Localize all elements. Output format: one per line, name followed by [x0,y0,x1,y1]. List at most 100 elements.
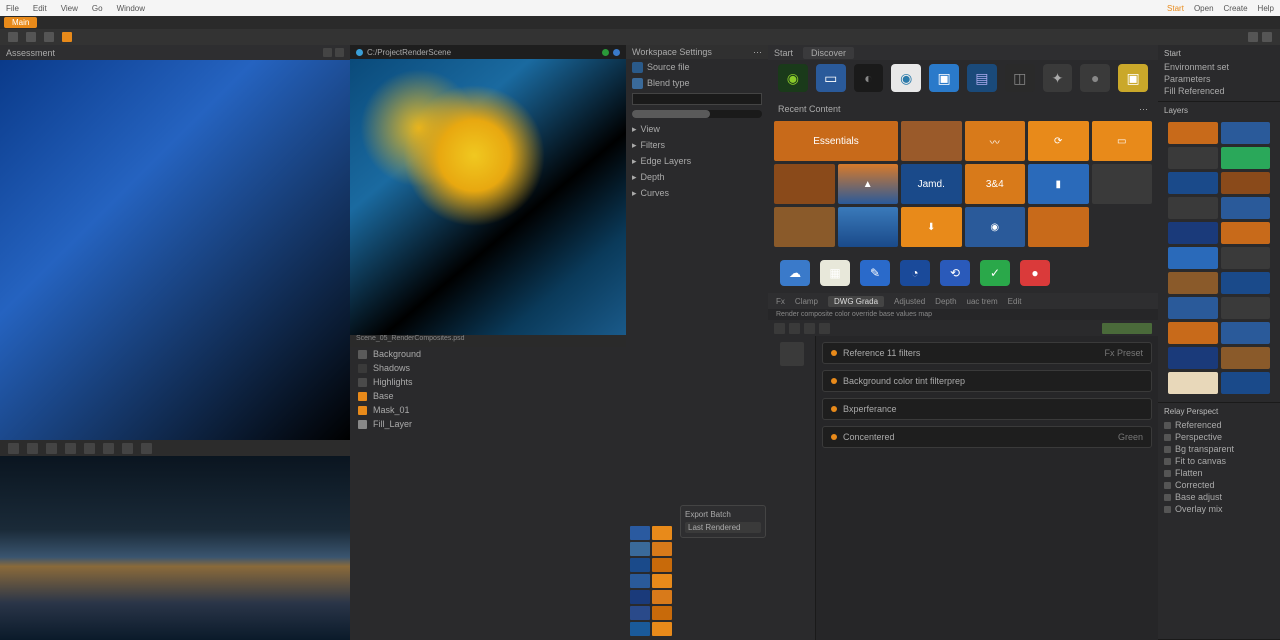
menu-edit[interactable]: Edit [33,4,47,13]
thumb-icon[interactable] [630,558,650,572]
start-tile[interactable]: Jamd. [901,164,962,204]
menu-file[interactable]: File [6,4,19,13]
history-item[interactable]: Corrected [1164,479,1274,491]
menu-go[interactable]: Go [92,4,103,13]
viewport-preview[interactable] [0,60,350,440]
app-icon[interactable]: ▭ [816,64,846,92]
effect-card[interactable]: Reference 11 filtersFx Preset [822,342,1152,364]
menu-start[interactable]: Start [1167,4,1184,13]
app-icon[interactable]: ● [1080,64,1110,92]
asset-thumb[interactable] [1221,147,1271,169]
start-tile[interactable] [901,121,962,161]
rail-app-icon[interactable]: ☁ [780,260,810,286]
rail-app-icon[interactable]: ▦ [820,260,850,286]
app-tab[interactable]: Start [774,48,793,58]
ft-step-icon[interactable] [65,443,76,454]
thumb-icon[interactable] [630,622,650,636]
timeline-tab[interactable]: uac trem [967,297,998,306]
menu-window[interactable]: Window [117,4,145,13]
app-icon[interactable]: ◐ [854,64,884,92]
main-tab[interactable]: Main [4,17,37,28]
timeline-tab[interactable]: Fx [776,297,785,306]
effect-card[interactable]: Background color tint filterprep [822,370,1152,392]
start-tile[interactable] [1028,207,1089,247]
tl-paste-icon[interactable] [804,323,815,334]
rail-app-icon[interactable]: ● [1020,260,1050,286]
tool-home-icon[interactable] [8,32,18,42]
thumb-icon[interactable] [630,606,650,620]
image-canvas[interactable] [350,59,626,335]
timeline-tab[interactable]: Edit [1008,297,1022,306]
history-item[interactable]: Flatten [1164,467,1274,479]
prop-section[interactable]: ▸Edge Layers [626,153,768,169]
tool-color-icon[interactable] [62,32,72,42]
app-icon[interactable]: ✦ [1043,64,1073,92]
panel-a-close-icon[interactable] [335,48,344,57]
tab-path[interactable]: C:/ProjectRenderScene [367,48,451,57]
history-item[interactable]: Base adjust [1164,491,1274,503]
prop-section[interactable]: ▸Filters [626,137,768,153]
history-item[interactable]: Fit to canvas [1164,455,1274,467]
tl-del-icon[interactable] [819,323,830,334]
start-tile[interactable]: Essentials [774,121,898,161]
start-tile[interactable] [1092,164,1153,204]
thumb-icon[interactable] [652,622,672,636]
swatch-icon[interactable] [632,62,643,73]
thumb-icon[interactable] [652,590,672,604]
timeline-tab[interactable]: DWG Grada [828,296,884,307]
layer-row[interactable]: Base [350,389,626,403]
properties-menu-icon[interactable]: ⋯ [753,47,762,58]
start-tile[interactable] [838,207,899,247]
start-tile[interactable]: ▮ [1028,164,1089,204]
history-item[interactable]: Overlay mix [1164,503,1274,515]
start-tile[interactable]: ▭ [1092,121,1153,161]
tl-copy-icon[interactable] [789,323,800,334]
start-tile[interactable]: 3&4 [965,164,1026,204]
asset-thumb[interactable] [1168,297,1218,319]
ft-pause-icon[interactable] [27,443,38,454]
app-icon[interactable]: ◫ [1005,64,1035,92]
layer-row[interactable]: Highlights [350,375,626,389]
ft-play-icon[interactable] [8,443,19,454]
prop-section[interactable]: ▸Depth [626,169,768,185]
asset-thumb[interactable] [1221,247,1271,269]
swatch-icon[interactable] [632,78,643,89]
thumb-icon[interactable] [652,526,672,540]
start-tile[interactable] [774,207,835,247]
tool-brush-icon[interactable] [44,32,54,42]
thumb-icon[interactable] [652,606,672,620]
start-tile[interactable] [774,164,835,204]
rail-app-icon[interactable]: ⟲ [940,260,970,286]
menu-help[interactable]: Help [1258,4,1274,13]
prop-input[interactable] [632,93,762,105]
asset-thumb[interactable] [1168,347,1218,369]
menu-create[interactable]: Create [1224,4,1248,13]
layer-row[interactable]: Fill_Layer [350,417,626,431]
thumb-icon[interactable] [630,526,650,540]
floating-export-panel[interactable]: Export Batch Last Rendered [680,505,766,538]
timeline-tab[interactable]: Clamp [795,297,818,306]
history-item[interactable]: Bg transparent [1164,443,1274,455]
thumb-icon[interactable] [652,574,672,588]
track-thumb-icon[interactable] [780,342,804,366]
asset-thumb[interactable] [1168,247,1218,269]
rail-app-icon[interactable]: ◔ [900,260,930,286]
prop-section[interactable]: ▸Curves [626,185,768,201]
asset-thumb[interactable] [1168,172,1218,194]
menu-view[interactable]: View [61,4,78,13]
effect-card[interactable]: Bxperferance [822,398,1152,420]
floating-line[interactable]: Last Rendered [685,522,761,533]
thumb-icon[interactable] [652,558,672,572]
asset-thumb[interactable] [1221,122,1271,144]
layer-row[interactable]: Shadows [350,361,626,375]
app-tab[interactable]: Discover [803,47,854,59]
tool-select-icon[interactable] [26,32,36,42]
history-item[interactable]: Perspective [1164,431,1274,443]
start-tile[interactable]: ▲ [838,164,899,204]
history-item[interactable]: Referenced [1164,419,1274,431]
prop-section[interactable]: ▸View [626,121,768,137]
asset-thumb[interactable] [1168,122,1218,144]
asset-thumb[interactable] [1221,272,1271,294]
tile-grid-more-icon[interactable]: ⋯ [1139,104,1148,115]
app-icon[interactable]: ▤ [967,64,997,92]
